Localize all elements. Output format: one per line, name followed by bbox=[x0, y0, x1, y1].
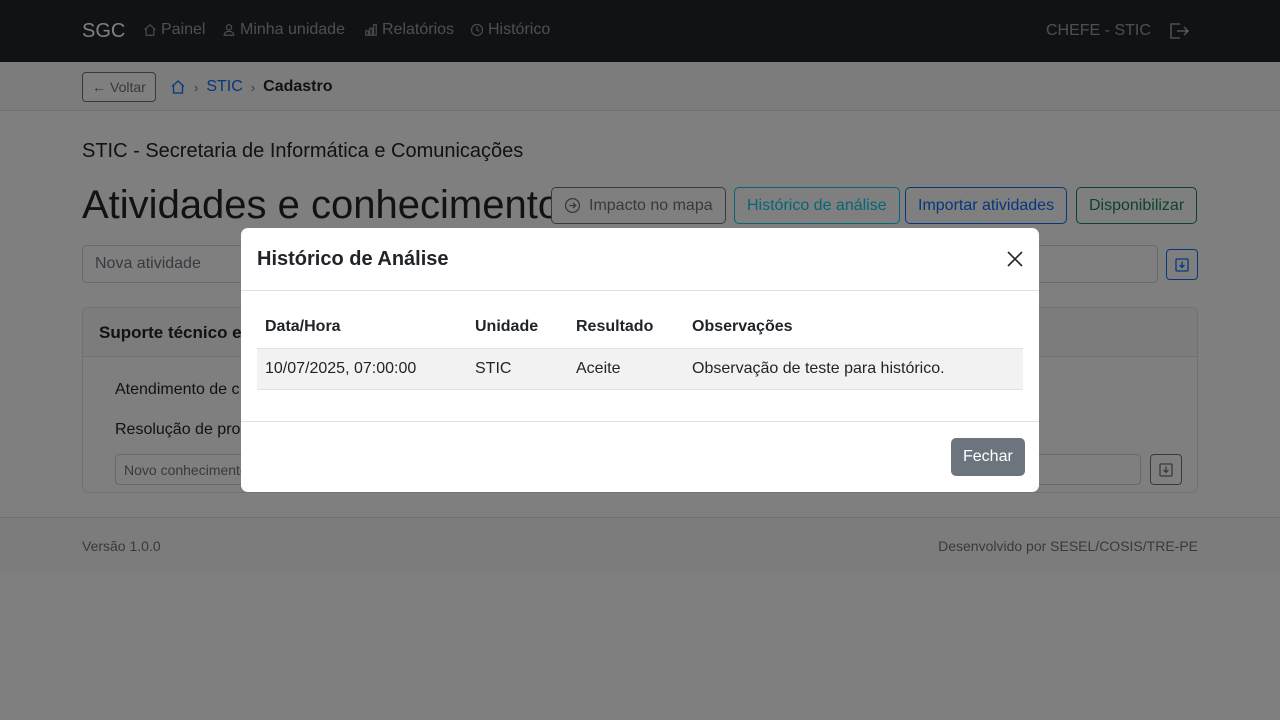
cell-notes: Observação de teste para histórico. bbox=[684, 348, 1023, 390]
column-header-result: Resultado bbox=[568, 307, 684, 349]
close-button[interactable]: Fechar bbox=[951, 438, 1025, 476]
table-row: 10/07/2025, 07:00:00 STIC Aceite Observa… bbox=[257, 348, 1023, 390]
modal-header: Histórico de Análise bbox=[241, 228, 1039, 291]
column-header-unit: Unidade bbox=[467, 307, 568, 349]
modal-footer: Fechar bbox=[241, 421, 1039, 492]
column-header-datetime: Data/Hora bbox=[257, 307, 467, 349]
cell-unit: STIC bbox=[467, 348, 568, 390]
table-header-row: Data/Hora Unidade Resultado Observações bbox=[257, 307, 1023, 349]
cell-result: Aceite bbox=[568, 348, 684, 390]
analysis-history-modal: Histórico de Análise Data/Hora Unidade R… bbox=[241, 228, 1039, 492]
close-icon[interactable] bbox=[1005, 249, 1025, 269]
cell-datetime: 10/07/2025, 07:00:00 bbox=[257, 348, 467, 390]
history-table: Data/Hora Unidade Resultado Observações … bbox=[257, 307, 1023, 390]
column-header-notes: Observações bbox=[684, 307, 1023, 349]
modal-title: Histórico de Análise bbox=[257, 248, 449, 270]
